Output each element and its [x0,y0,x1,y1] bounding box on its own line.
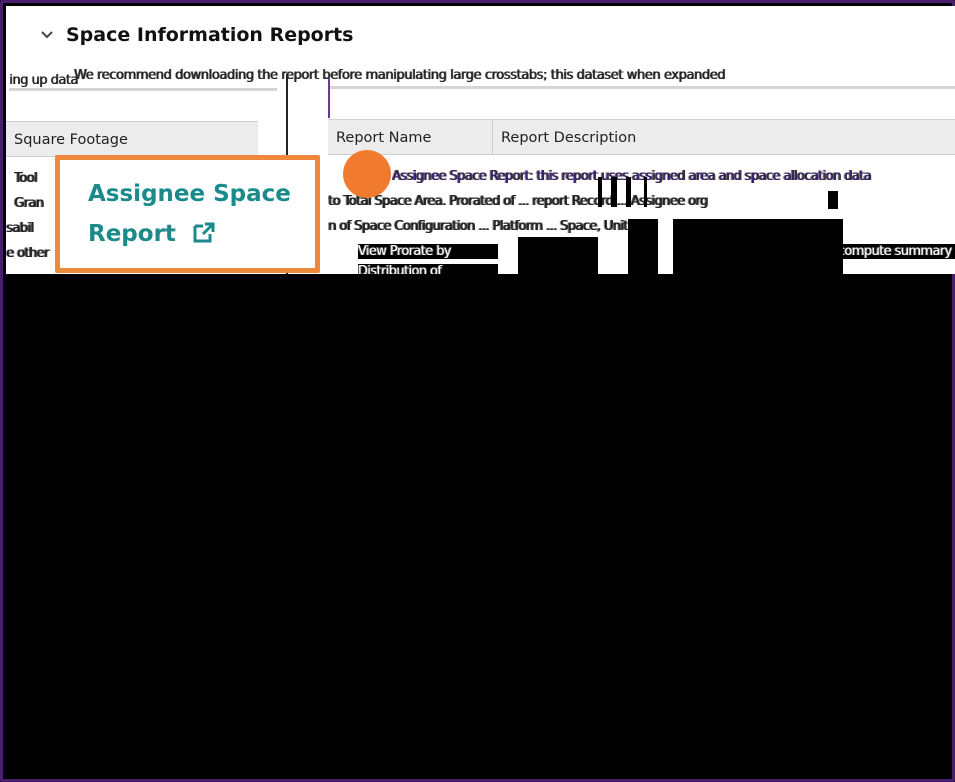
render-artifact [518,237,598,274]
marker-dot [343,150,391,198]
render-artifact [598,177,602,207]
table-row[interactable]: Assignee Space Report: this report uses … [392,169,955,184]
table-row: compute summary [838,244,955,259]
divider-bar [330,86,955,89]
table-row: View Prorate by [358,244,498,259]
assignee-space-report-link[interactable]: Assignee Space Report [88,174,308,254]
link-line-2: Report [88,221,176,247]
table-row: e other [6,246,49,261]
reports-table: Report Name Report Description Assignee … [328,119,955,274]
column-divider [328,78,330,118]
table-row: Tool [14,171,37,186]
section-header[interactable]: Space Information Reports [6,6,955,68]
render-artifact [626,177,631,207]
render-artifact [644,177,647,207]
render-artifact [611,177,617,207]
column-header-report-description[interactable]: Report Description [493,119,955,155]
chevron-down-icon[interactable] [40,28,54,42]
external-link-icon [193,222,215,243]
column-header-report-name[interactable]: Report Name [328,119,493,155]
section-title: Space Information Reports [66,24,354,46]
table-row: Gran [14,196,44,211]
render-artifact [828,191,838,209]
link-line-1: Assignee Space [88,181,291,207]
table-row: Distribution of [358,264,498,274]
render-artifact [673,219,843,274]
divider-bar [9,88,277,91]
table-row: to Total Space Area. Prorated of ... rep… [328,194,708,209]
column-header-square-footage[interactable]: Square Footage [6,121,258,157]
table-row: sabil [6,221,34,236]
render-artifact [628,219,658,274]
callout-highlight: Assignee Space Report [55,155,320,273]
screenshot-frame: Space Information Reports We recommend d… [0,0,955,782]
